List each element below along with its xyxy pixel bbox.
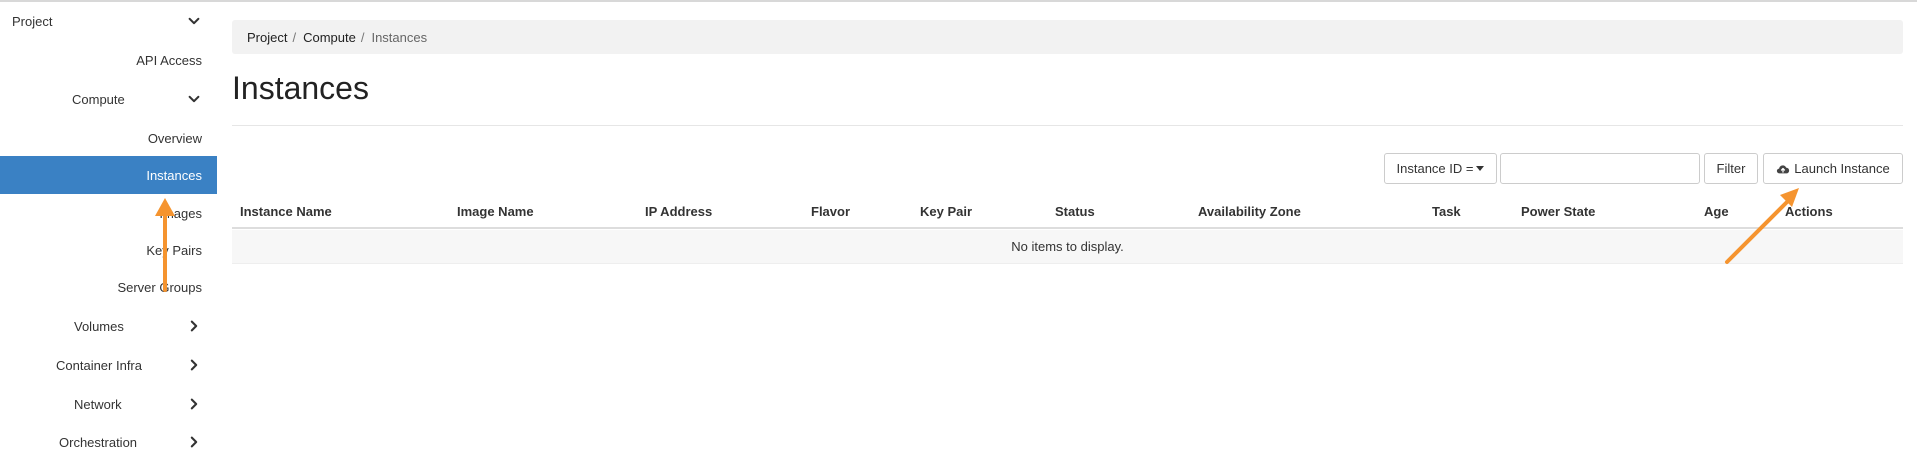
column-header[interactable]: IP Address (645, 204, 712, 219)
sidebar-item-overview[interactable]: Overview (0, 119, 217, 157)
breadcrumb: Project / Compute / Instances (232, 20, 1903, 54)
filter-button[interactable]: Filter (1704, 153, 1758, 184)
column-header[interactable]: Age (1704, 204, 1729, 219)
column-header[interactable]: Task (1432, 204, 1461, 219)
sidebar-item-server-groups[interactable]: Server Groups (0, 268, 217, 306)
sidebar-item-project[interactable]: Project (0, 2, 217, 40)
cloud-upload-icon (1776, 162, 1794, 176)
filter-input[interactable] (1500, 153, 1700, 184)
sidebar-item-label: Orchestration (59, 434, 138, 450)
chevron-down-icon (186, 13, 202, 29)
filter-field-select[interactable]: Instance ID = (1384, 153, 1497, 184)
column-header[interactable]: Key Pair (920, 204, 972, 219)
chevron-right-icon (186, 396, 202, 412)
sidebar-item-label: Container Infra (56, 357, 142, 373)
column-header[interactable]: Flavor (811, 204, 850, 219)
launch-instance-label: Launch Instance (1794, 161, 1890, 176)
chevron-down-icon (186, 91, 202, 107)
sidebar-item-images[interactable]: Images (0, 194, 217, 232)
launch-instance-button[interactable]: Launch Instance (1763, 153, 1903, 184)
sidebar-item-label: Compute (72, 91, 125, 107)
page-title: Instances (232, 70, 369, 106)
sidebar: Project API Access Compute Overview Inst… (0, 2, 217, 456)
sidebar-item-key-pairs[interactable]: Key Pairs (0, 231, 217, 269)
sidebar-item-instances[interactable]: Instances (0, 156, 217, 194)
sidebar-item-label: Server Groups (117, 279, 202, 295)
breadcrumb-project[interactable]: Project (247, 30, 287, 45)
top-rule (0, 0, 1917, 2)
breadcrumb-separator: / (292, 29, 297, 45)
breadcrumb-compute[interactable]: Compute (303, 30, 356, 45)
sidebar-item-network[interactable]: Network (0, 385, 217, 423)
column-header: Actions (1785, 204, 1833, 219)
sidebar-item-label: Instances (146, 167, 202, 183)
sidebar-item-orchestration[interactable]: Orchestration (0, 423, 217, 456)
chevron-right-icon (186, 318, 202, 334)
sidebar-item-label: Network (74, 396, 122, 412)
caret-down-icon (1476, 166, 1485, 171)
sidebar-item-label: Images (159, 205, 202, 221)
column-header[interactable]: Status (1055, 204, 1095, 219)
column-header[interactable]: Instance Name (240, 204, 332, 219)
divider (232, 125, 1903, 126)
sidebar-item-label: Volumes (74, 318, 124, 334)
sidebar-item-label: Overview (147, 130, 202, 146)
breadcrumb-instances: Instances (371, 29, 428, 45)
filter-button-label: Filter (1716, 161, 1746, 176)
chevron-right-icon (186, 434, 202, 450)
filter-field-label: Instance ID = (1396, 161, 1474, 176)
sidebar-item-api-access[interactable]: API Access (0, 41, 217, 79)
sidebar-item-label: API Access (136, 52, 202, 68)
sidebar-item-container-infra[interactable]: Container Infra (0, 346, 217, 384)
chevron-right-icon (186, 357, 202, 373)
sidebar-item-compute[interactable]: Compute (0, 80, 217, 118)
breadcrumb-separator: / (360, 29, 365, 45)
column-header[interactable]: Availability Zone (1198, 204, 1301, 219)
table-header: Instance Name Image Name IP Address Flav… (232, 196, 1903, 229)
column-header[interactable]: Power State (1521, 204, 1595, 219)
sidebar-item-label: Project (12, 13, 53, 29)
sidebar-item-volumes[interactable]: Volumes (0, 307, 217, 345)
sidebar-item-label: Key Pairs (146, 242, 202, 258)
empty-table-message: No items to display. (232, 230, 1903, 264)
column-header[interactable]: Image Name (457, 204, 534, 219)
